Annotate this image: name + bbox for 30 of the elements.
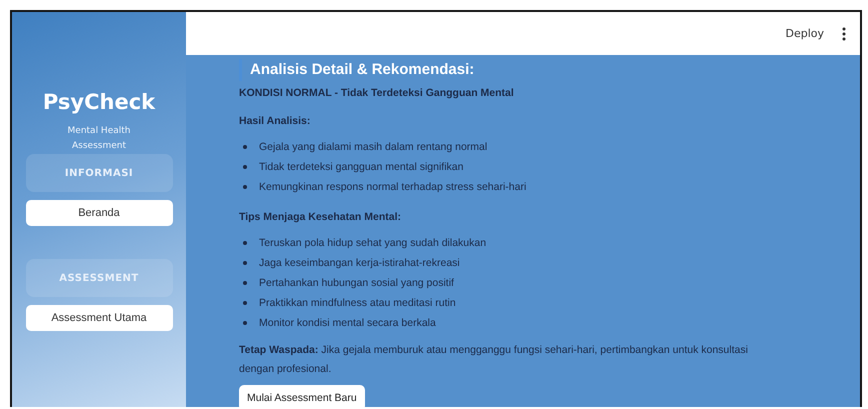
section-header: ASSESSMENT bbox=[26, 259, 172, 297]
section-header: INFORMASI bbox=[26, 154, 172, 192]
group-title: Tips Menjaga Kesehatan Mental: bbox=[239, 210, 402, 225]
deploy-button[interactable]: Deploy bbox=[783, 25, 826, 42]
list-item: Praktikkan mindfulness atau meditasi rutin bbox=[259, 297, 456, 309]
app-subtitle: Mental Health Assessment bbox=[66, 125, 132, 153]
list-item: Monitor kondisi mental secara berkala bbox=[259, 317, 436, 329]
list-item: Jaga keseimbangan kerja-istirahat-rekreasi bbox=[259, 257, 460, 269]
nav-button[interactable]: Assessment Utama bbox=[26, 305, 172, 331]
bullet-icon bbox=[243, 165, 247, 169]
list-item: Kemungkinan respons normal terhadap stress sehari-hari bbox=[259, 181, 526, 193]
start-assessment-button[interactable]: Mulai Assessment Baru bbox=[239, 385, 365, 409]
list-item: Pertahankan hubungan sosial yang positif bbox=[259, 277, 454, 289]
warning-text: Tetap Waspada: Jika gejala memburuk atau mengganggu fungsi sehari-hari, pertimbangkan untuk konsultasi dengan profesional. bbox=[239, 343, 749, 377]
list-item: Gejala yang dialami masih dalam rentang normal bbox=[259, 141, 488, 153]
group-title: Hasil Analisis: bbox=[239, 114, 312, 129]
bullet-icon bbox=[243, 241, 247, 245]
app-title: PsyCheck bbox=[42, 90, 156, 114]
more-options-icon[interactable] bbox=[840, 24, 848, 42]
bullet-icon bbox=[243, 321, 247, 325]
bullet-icon bbox=[243, 185, 247, 189]
bullet-icon bbox=[243, 281, 247, 285]
list-item: Tidak terdeteksi gangguan mental signifikan bbox=[259, 161, 464, 173]
bullet-icon bbox=[243, 145, 247, 149]
bullet-icon bbox=[243, 301, 247, 305]
section-heading: Analisis Detail & Rekomendasi: bbox=[239, 59, 474, 81]
bullet-icon bbox=[243, 261, 247, 265]
list-item: Teruskan pola hidup sehat yang sudah dilakukan bbox=[259, 237, 486, 249]
nav-button[interactable]: Beranda bbox=[26, 200, 172, 226]
status-text: KONDISI NORMAL - Tidak Terdeteksi Gangguan Mental bbox=[239, 86, 515, 101]
